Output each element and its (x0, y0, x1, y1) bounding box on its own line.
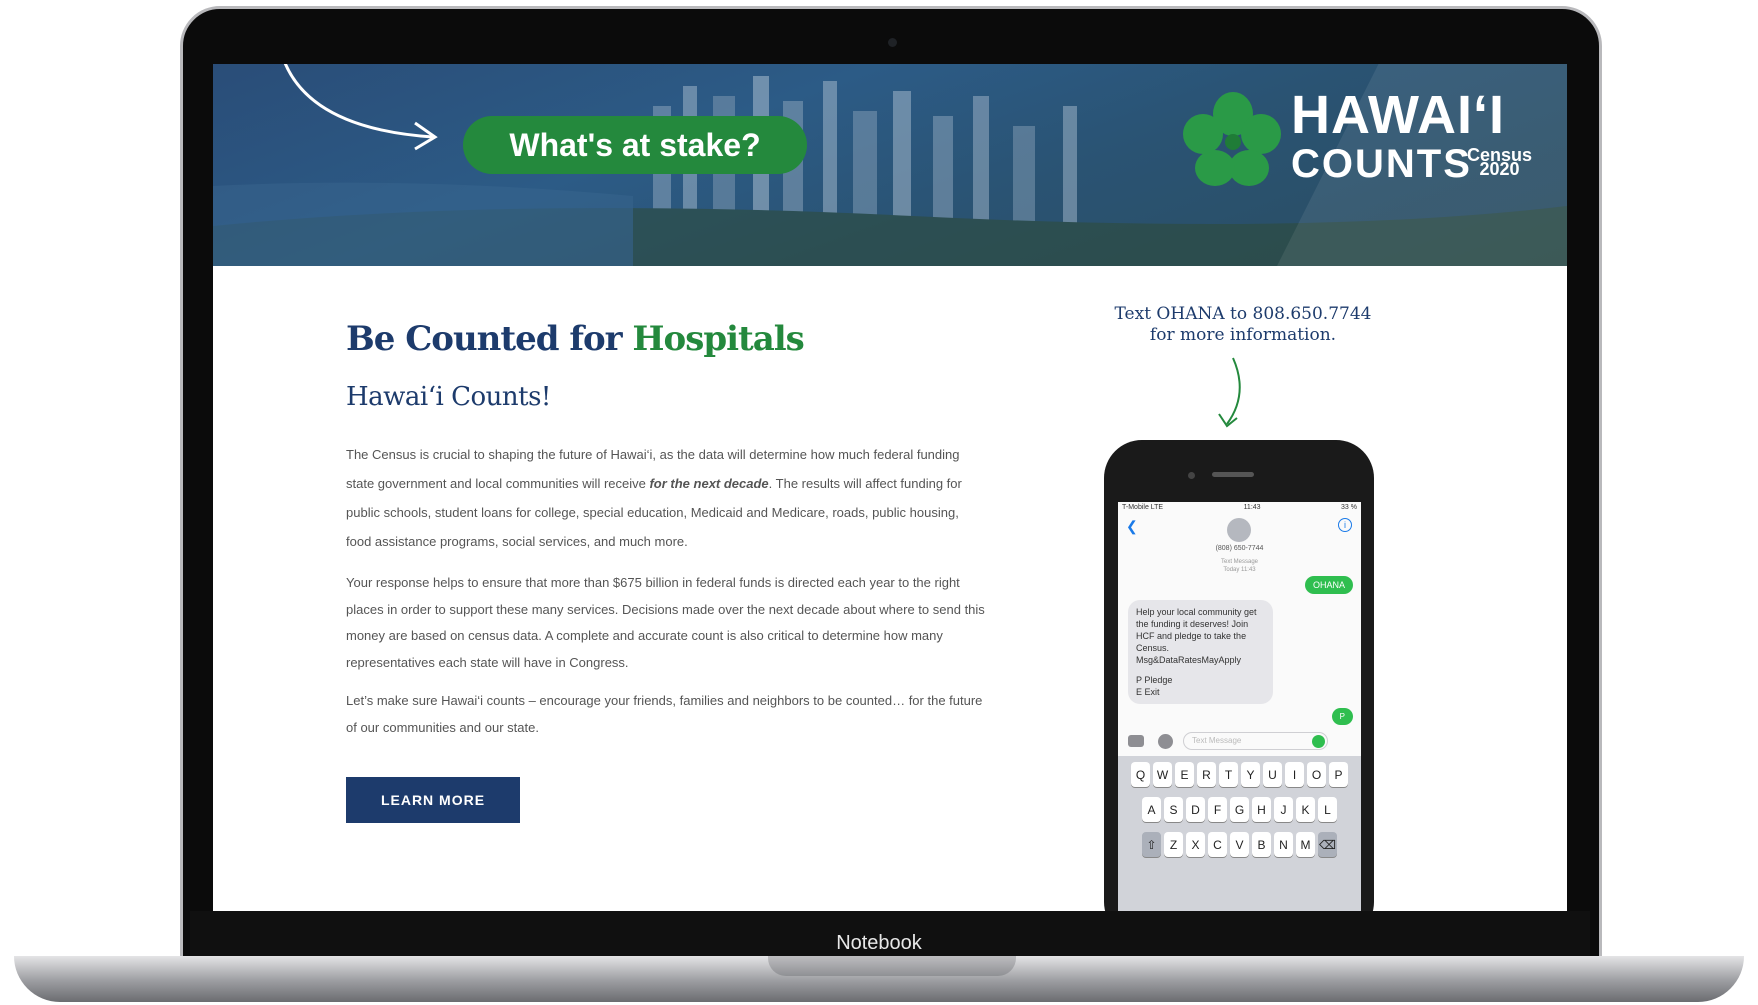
key[interactable]: X (1186, 832, 1205, 857)
curved-arrow-icon (283, 64, 438, 151)
contact-number: (808) 650-7744 (1215, 545, 1264, 552)
page-headline: Be Counted for Hospitals (346, 319, 805, 359)
phone-speaker (1212, 472, 1254, 477)
key[interactable]: C (1208, 832, 1227, 857)
hibiscus-logo-icon (1183, 92, 1281, 186)
key[interactable]: P (1329, 762, 1348, 787)
info-icon[interactable]: i (1338, 518, 1352, 532)
webcam-icon (888, 38, 897, 47)
onscreen-keyboard: Q W E R T Y U I O P A S D F G H J K L ⇧ … (1118, 756, 1361, 912)
key[interactable]: M (1296, 832, 1315, 857)
key[interactable]: I (1285, 762, 1304, 787)
camera-icon[interactable] (1128, 735, 1144, 747)
phone-camera-icon (1188, 472, 1195, 479)
message-input[interactable]: Text Message (1183, 732, 1328, 750)
key[interactable]: G (1230, 797, 1249, 822)
page-subheading: Hawai‘i Counts! (346, 382, 551, 412)
send-icon[interactable] (1312, 735, 1325, 748)
hero-banner: What's at stake? HAWAI‘I COUNTS Census 2… (213, 64, 1567, 266)
carrier-label: T-Mobile LTE (1122, 504, 1164, 511)
key[interactable]: F (1208, 797, 1227, 822)
paragraph-federal-funds: Your response helps to ensure that more … (346, 575, 985, 670)
text-ohana-info: Text OHANA to 808.650.7744 for more info… (1093, 304, 1393, 346)
key[interactable]: J (1274, 797, 1293, 822)
key[interactable]: O (1307, 762, 1326, 787)
whats-at-stake-badge: What's at stake? (463, 116, 807, 174)
text-info-line-1: Text OHANA to 808.650.7744 (1114, 304, 1372, 324)
incoming-option-pledge: P Pledge (1136, 675, 1173, 685)
keyboard-row-1: Q W E R T Y U I O P (1118, 762, 1361, 787)
headline-prefix: Be Counted for (346, 319, 633, 359)
battery-label: 33 % (1341, 504, 1357, 511)
key[interactable]: S (1164, 797, 1183, 822)
key[interactable]: T (1219, 762, 1238, 787)
clock-label: 11:43 (1243, 504, 1261, 511)
phone-messages-screen: T-Mobile LTE 11:43 33 % ❮ i (808) 650-77… (1118, 502, 1361, 912)
contact-avatar (1227, 518, 1251, 542)
logo-hawaii-text: HAWAI‘I (1291, 85, 1506, 145)
paragraph-1-emphasis: for the next decade (649, 476, 769, 491)
outgoing-message: OHANA (1304, 576, 1353, 594)
keyboard-row-2: A S D F G H J K L (1118, 797, 1361, 822)
key[interactable]: K (1296, 797, 1315, 822)
key[interactable]: D (1186, 797, 1205, 822)
key[interactable]: R (1197, 762, 1216, 787)
message-time-label: Today 11:43 (1223, 567, 1256, 573)
key[interactable]: E (1175, 762, 1194, 787)
outgoing-message: P (1331, 708, 1353, 725)
back-chevron-icon[interactable]: ❮ (1126, 518, 1138, 535)
incoming-option-exit: E Exit (1136, 687, 1160, 697)
key[interactable]: Y (1241, 762, 1260, 787)
learn-more-button[interactable]: LEARN MORE (346, 777, 520, 823)
key[interactable]: A (1142, 797, 1161, 822)
logo-counts-text: COUNTS (1291, 142, 1472, 186)
phone-status-bar: T-Mobile LTE 11:43 33 % (1122, 504, 1357, 511)
down-arrow-icon (1218, 357, 1241, 428)
message-type-label: Text Message (1220, 559, 1259, 565)
message-timestamp: Text Message Today 11:43 (1118, 558, 1361, 574)
backspace-key-icon[interactable]: ⌫ (1318, 832, 1337, 857)
key[interactable]: H (1252, 797, 1271, 822)
key[interactable]: N (1274, 832, 1293, 857)
incoming-message: Help your local community get the fundin… (1128, 600, 1273, 704)
paragraph-encourage: Let’s make sure Hawai‘i counts – encoura… (346, 693, 983, 735)
key[interactable]: L (1318, 797, 1337, 822)
key[interactable]: B (1252, 832, 1271, 857)
device-label: Notebook (836, 932, 922, 954)
key[interactable]: V (1230, 832, 1249, 857)
paragraph-census-importance: The Census is crucial to shaping the fut… (346, 440, 986, 556)
key[interactable]: Q (1131, 762, 1150, 787)
shift-key-icon[interactable]: ⇧ (1142, 832, 1161, 857)
laptop-notch (768, 956, 1016, 976)
text-info-line-2: for more information. (1149, 325, 1337, 345)
key[interactable]: Z (1164, 832, 1183, 857)
app-store-icon[interactable] (1158, 734, 1173, 749)
key[interactable]: W (1153, 762, 1172, 787)
incoming-message-body: Help your local community get the fundin… (1136, 607, 1257, 665)
keyboard-row-3: ⇧ Z X C V B N M ⌫ (1118, 832, 1361, 857)
logo-census-2020: Census 2020 (1467, 146, 1532, 178)
headline-highlight: Hospitals (632, 319, 804, 359)
key[interactable]: U (1263, 762, 1282, 787)
